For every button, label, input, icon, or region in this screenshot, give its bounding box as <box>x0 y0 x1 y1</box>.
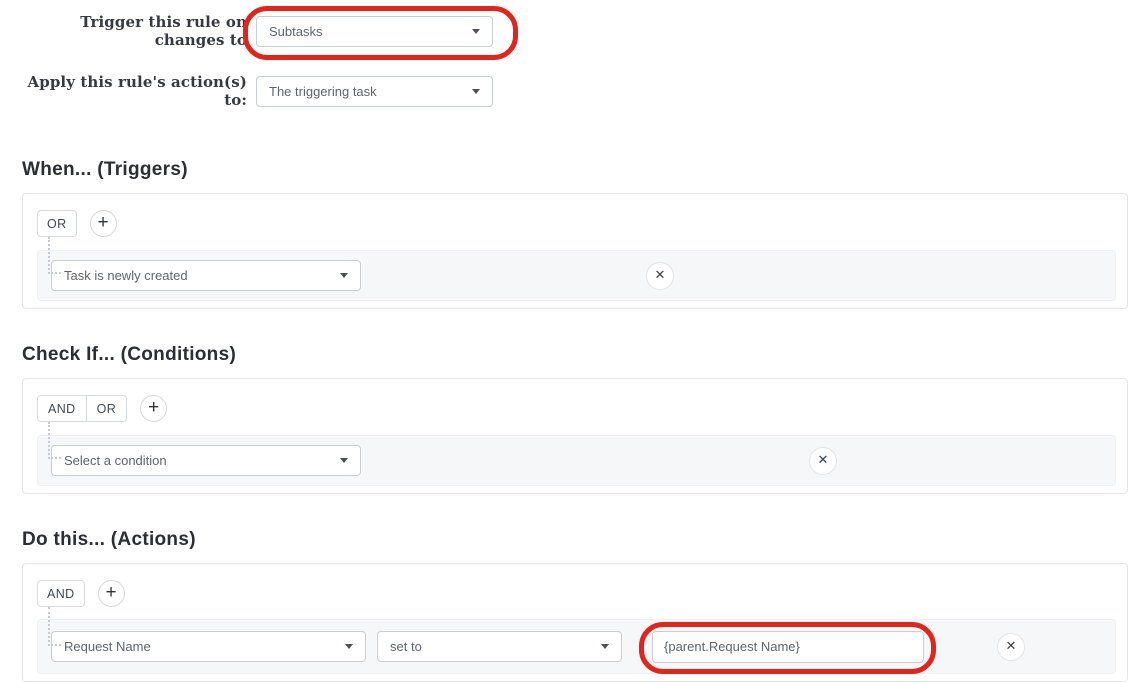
action-rule-row: Request Name set to ✕ <box>37 619 1116 674</box>
conditions-heading: Check If... (Conditions) <box>22 344 237 365</box>
add-condition-button[interactable]: + <box>140 395 168 422</box>
trigger-event-dropdown[interactable]: Task is newly created <box>51 260 361 291</box>
plus-icon: + <box>97 212 109 233</box>
remove-action-button[interactable]: ✕ <box>997 632 1025 661</box>
and-operator-button[interactable]: AND <box>37 580 85 607</box>
triggers-operator-row: OR + <box>37 210 1116 237</box>
close-icon: ✕ <box>1005 639 1017 654</box>
add-action-button[interactable]: + <box>97 580 125 607</box>
conditions-panel: AND OR + Select a condition ✕ <box>22 378 1128 494</box>
action-operation-value: set to <box>390 639 422 654</box>
caret-down-icon <box>345 644 353 649</box>
remove-trigger-button[interactable]: ✕ <box>646 261 674 290</box>
triggers-panel: OR + Task is newly created ✕ <box>22 193 1128 309</box>
condition-rule-row: Select a condition ✕ <box>37 435 1116 486</box>
action-value-input[interactable] <box>652 630 924 663</box>
close-icon: ✕ <box>654 268 666 283</box>
apply-scope-row: Apply this rule's action(s) to: The trig… <box>22 73 1128 109</box>
actions-heading: Do this... (Actions) <box>22 529 196 550</box>
action-value-wrapper <box>622 621 936 674</box>
condition-select-dropdown[interactable]: Select a condition <box>51 445 361 476</box>
trigger-rule-row: Task is newly created ✕ <box>37 250 1116 301</box>
trigger-scope-value: Subtasks <box>269 23 323 39</box>
action-field-dropdown[interactable]: Request Name <box>51 631 366 662</box>
trigger-scope-row: Trigger this rule on changes to Subtasks <box>22 5 1128 60</box>
tree-connector-line <box>48 237 61 274</box>
caret-down-icon <box>340 273 348 278</box>
tree-connector-line <box>48 422 61 459</box>
action-operation-dropdown[interactable]: set to <box>377 631 622 662</box>
tree-connector-line <box>48 607 61 646</box>
plus-icon: + <box>148 397 160 418</box>
triggers-heading: When... (Triggers) <box>22 159 188 180</box>
trigger-scope-label: Trigger this rule on changes to <box>80 13 247 49</box>
actions-panel: AND + Request Name set to ✕ <box>22 563 1128 682</box>
condition-select-value: Select a condition <box>64 453 167 468</box>
caret-down-icon <box>472 28 480 34</box>
caret-down-icon <box>472 88 480 94</box>
apply-scope-label: Apply this rule's action(s) to: <box>27 73 247 109</box>
action-field-value: Request Name <box>64 639 151 654</box>
plus-icon: + <box>105 582 117 603</box>
apply-scope-dropdown[interactable]: The triggering task <box>256 75 493 107</box>
and-operator-button[interactable]: AND <box>38 396 86 421</box>
apply-scope-value: The triggering task <box>269 83 377 99</box>
remove-condition-button[interactable]: ✕ <box>809 446 837 475</box>
caret-down-icon <box>340 458 348 463</box>
conditions-operator-row: AND OR + <box>37 395 1116 422</box>
caret-down-icon <box>601 644 609 649</box>
or-operator-button[interactable]: OR <box>85 396 127 421</box>
or-operator-button[interactable]: OR <box>37 210 77 237</box>
trigger-event-value: Task is newly created <box>64 268 188 283</box>
trigger-scope-dropdown[interactable]: Subtasks <box>256 15 493 47</box>
actions-operator-row: AND + <box>37 580 1116 607</box>
automation-rule-editor: Trigger this rule on changes to Subtasks… <box>0 5 1141 683</box>
and-or-toggle: AND OR <box>37 395 128 422</box>
trigger-scope-wrapper: Subtasks <box>243 5 518 60</box>
close-icon: ✕ <box>817 453 829 468</box>
add-trigger-button[interactable]: + <box>89 210 117 237</box>
